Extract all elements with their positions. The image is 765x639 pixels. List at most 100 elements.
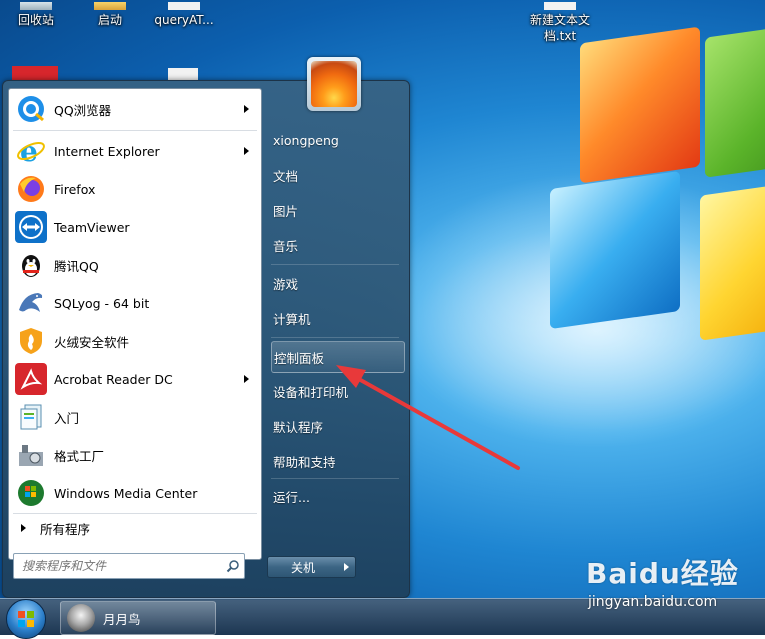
- program-getting-started[interactable]: 入门: [11, 399, 259, 435]
- start-right-documents[interactable]: 文档: [271, 160, 403, 190]
- right-item-label: 默认程序: [273, 419, 324, 435]
- logo-pane-blue: [550, 170, 680, 330]
- qq-penguin-icon: [15, 249, 47, 281]
- start-right-help-support[interactable]: 帮助和支持: [271, 446, 403, 476]
- taskbar-button-yueyueniao[interactable]: 月月鸟: [60, 601, 216, 635]
- search-box[interactable]: [13, 553, 245, 579]
- desktop-icon-new-text-file[interactable]: 新建文本文 档.txt: [524, 2, 596, 44]
- flower-user-avatar-icon: [311, 61, 357, 107]
- acrobat-desktop-icon-partial[interactable]: [12, 66, 58, 80]
- file-desktop-icon-partial[interactable]: [168, 68, 198, 80]
- program-label: 腾讯QQ: [54, 258, 99, 274]
- taskbar-button-label: 月月鸟: [103, 611, 141, 627]
- start-right-run[interactable]: 运行...: [271, 481, 403, 511]
- start-button[interactable]: [6, 599, 46, 639]
- program-windows-media-center[interactable]: Windows Media Center: [11, 475, 259, 511]
- desktop-icon-label-line2: 档.txt: [543, 29, 577, 43]
- program-label: Firefox: [54, 181, 96, 197]
- right-item-label: 控制面板: [274, 350, 325, 366]
- windows-logo-wallpaper: [540, 20, 765, 360]
- text-file-icon: [544, 2, 576, 10]
- desktop-icon-query[interactable]: queryAT...: [148, 2, 220, 28]
- format-factory-icon: [15, 439, 47, 471]
- firefox-icon: [15, 173, 47, 205]
- all-programs-button[interactable]: 所有程序: [13, 516, 253, 540]
- right-item-label: 音乐: [273, 238, 299, 254]
- search-input[interactable]: [20, 555, 222, 577]
- right-item-label: 计算机: [273, 311, 311, 327]
- program-sqlyog[interactable]: SQLyog - 64 bit: [11, 285, 259, 321]
- logo-pane-yellow: [700, 180, 765, 341]
- start-right-default-programs[interactable]: 默认程序: [271, 411, 403, 441]
- program-label: SQLyog - 64 bit: [54, 295, 150, 311]
- windows-logo-icon: [18, 611, 34, 627]
- shutdown-options-button[interactable]: [337, 556, 356, 578]
- program-teamviewer[interactable]: TeamViewer: [11, 209, 259, 245]
- windows-media-center-icon: [15, 477, 47, 509]
- acrobat-reader-icon: [15, 363, 47, 395]
- program-acrobat-reader[interactable]: Acrobat Reader DC: [11, 361, 259, 397]
- program-huorong[interactable]: 火绒安全软件: [11, 323, 259, 359]
- program-qq[interactable]: 腾讯QQ: [11, 247, 259, 283]
- start-right-games[interactable]: 游戏: [271, 268, 403, 298]
- separator: [13, 513, 257, 514]
- start-right-music[interactable]: 音乐: [271, 230, 403, 260]
- right-separator: [271, 264, 399, 265]
- submenu-arrow-icon[interactable]: [244, 105, 249, 113]
- getting-started-icon: [15, 401, 47, 433]
- separator: [13, 130, 257, 131]
- huorong-security-icon: [15, 325, 47, 357]
- qq-browser-icon: [15, 93, 47, 125]
- program-label: 火绒安全软件: [54, 334, 130, 350]
- right-item-label: 设备和打印机: [273, 384, 349, 400]
- all-programs-label: 所有程序: [40, 521, 91, 537]
- recycle-bin-icon: [20, 2, 52, 10]
- user-picture[interactable]: [307, 57, 361, 111]
- start-right-devices-printers[interactable]: 设备和打印机: [271, 376, 403, 406]
- start-right-user-name[interactable]: xiongpeng: [271, 125, 403, 155]
- right-separator: [271, 337, 399, 338]
- start-menu-program-list: QQ浏览器 e Internet Explorer Firefox TeamVi…: [8, 88, 262, 560]
- program-firefox[interactable]: Firefox: [11, 171, 259, 207]
- start-menu: QQ浏览器 e Internet Explorer Firefox TeamVi…: [2, 57, 410, 598]
- search-icon[interactable]: [222, 556, 244, 576]
- desktop-icon-label: queryAT...: [154, 13, 214, 27]
- internet-explorer-icon: e: [15, 135, 47, 167]
- watermark-url: jingyan.baidu.com: [588, 594, 718, 610]
- program-label: Windows Media Center: [54, 485, 198, 501]
- user-avatar-icon: [67, 604, 95, 632]
- program-label: Acrobat Reader DC: [54, 371, 173, 387]
- right-item-label: 文档: [273, 168, 299, 184]
- desktop-icon-startup[interactable]: 启动: [84, 2, 136, 28]
- logo-pane-green: [705, 22, 765, 178]
- start-right-pictures[interactable]: 图片: [271, 195, 403, 225]
- right-item-label: 图片: [273, 203, 299, 219]
- startup-icon: [94, 2, 126, 10]
- submenu-arrow-icon[interactable]: [244, 147, 249, 155]
- expand-arrow-icon: [21, 524, 26, 532]
- baidu-jingyan-watermark: Baidu经验 jingyan.baidu.com: [586, 552, 756, 612]
- program-format-factory[interactable]: 格式工厂: [11, 437, 259, 473]
- sqlyog-dolphin-icon: [15, 287, 47, 319]
- program-label: QQ浏览器: [54, 102, 112, 118]
- desktop-icon-label: 新建文本文: [529, 13, 590, 27]
- shutdown-button[interactable]: 关机: [267, 556, 339, 578]
- right-item-label: xiongpeng: [273, 132, 339, 148]
- chevron-right-icon: [343, 563, 349, 571]
- right-item-label: 帮助和支持: [273, 454, 336, 470]
- start-right-control-panel[interactable]: 控制面板: [271, 341, 405, 373]
- submenu-arrow-icon[interactable]: [244, 375, 249, 383]
- program-internet-explorer[interactable]: e Internet Explorer: [11, 133, 259, 169]
- program-qq-browser[interactable]: QQ浏览器: [11, 91, 259, 127]
- desktop-icon-label: 启动: [97, 13, 122, 27]
- program-label: 格式工厂: [54, 448, 105, 464]
- desktop-icon-recycle-bin[interactable]: 回收站: [8, 2, 64, 28]
- right-separator: [271, 478, 399, 479]
- file-icon: [168, 2, 200, 10]
- program-label: TeamViewer: [54, 219, 130, 235]
- right-item-label: 游戏: [273, 276, 299, 292]
- program-label: Internet Explorer: [54, 143, 160, 159]
- svg-text:e: e: [20, 136, 38, 166]
- desktop-icon-label: 回收站: [17, 13, 54, 27]
- start-right-computer[interactable]: 计算机: [271, 303, 403, 333]
